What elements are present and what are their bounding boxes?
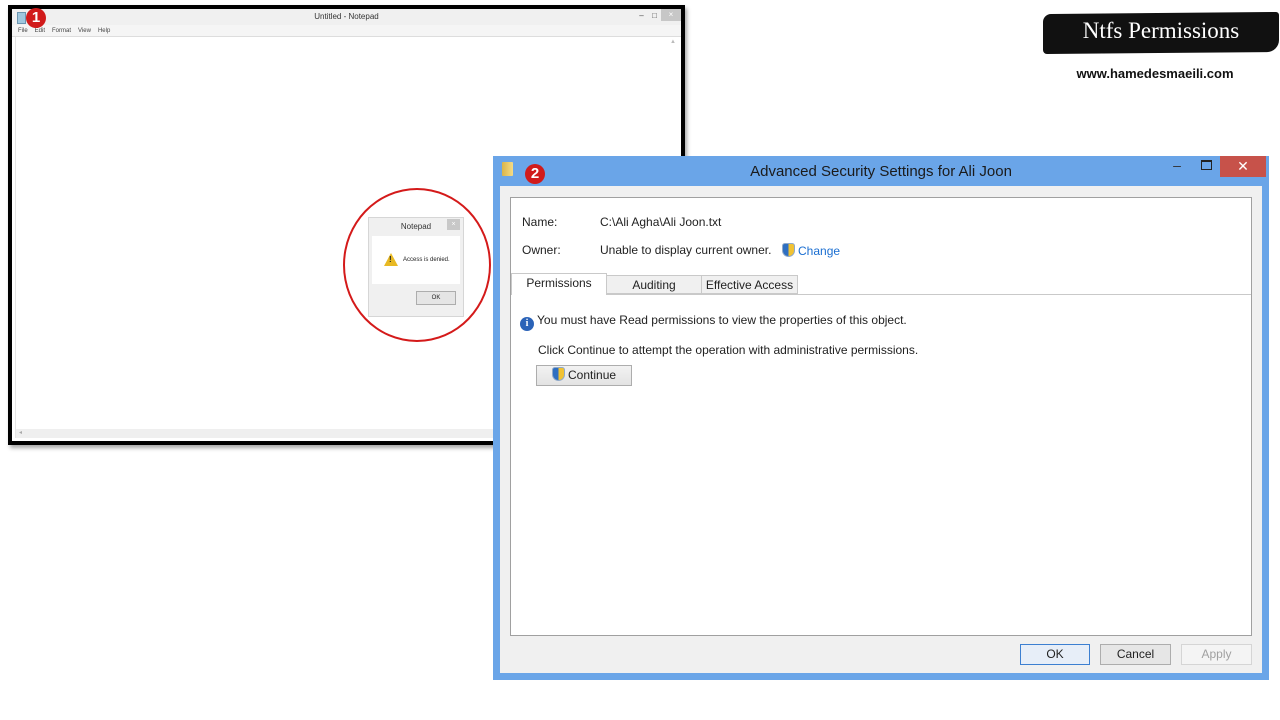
- error-message: Access is denied.: [403, 257, 450, 263]
- menu-format[interactable]: Format: [52, 28, 71, 34]
- name-value: C:\Ali Agha\Ali Joon.txt: [600, 215, 722, 229]
- notepad-menubar: File Edit Format View Help: [12, 25, 681, 37]
- info-icon: i: [520, 317, 534, 331]
- advanced-security-title: Advanced Security Settings for Ali Joon: [750, 163, 1012, 180]
- uac-shield-icon: [552, 367, 565, 381]
- tab-effective-access[interactable]: Effective Access: [701, 275, 798, 294]
- access-denied-dialog: Notepad × ! Access is denied. OK: [368, 217, 464, 317]
- brand-url: www.hamedesmaeili.com: [1076, 66, 1234, 81]
- close-button[interactable]: ✕: [1220, 156, 1266, 177]
- tab-auditing[interactable]: Auditing: [606, 275, 702, 294]
- advanced-security-panel: Name: C:\Ali Agha\Ali Joon.txt Owner: Un…: [510, 197, 1252, 636]
- error-ok-button[interactable]: OK: [416, 291, 456, 305]
- error-message-area: ! Access is denied.: [372, 236, 460, 284]
- minimize-button[interactable]: –: [1162, 156, 1192, 177]
- maximize-button[interactable]: [1192, 156, 1220, 177]
- notepad-titlebar[interactable]: Untitled - Notepad – □ ×: [12, 9, 681, 25]
- error-dialog-close-button[interactable]: ×: [447, 219, 460, 230]
- notepad-minimize-button[interactable]: –: [635, 11, 648, 20]
- menu-file[interactable]: File: [18, 28, 28, 34]
- owner-value: Unable to display current owner.: [600, 243, 772, 257]
- cancel-button[interactable]: Cancel: [1100, 644, 1171, 665]
- ok-button[interactable]: OK: [1020, 644, 1090, 665]
- advanced-security-titlebar[interactable]: Advanced Security Settings for Ali Joon …: [493, 156, 1269, 186]
- uac-shield-icon: [782, 243, 795, 257]
- advanced-security-client: Name: C:\Ali Agha\Ali Joon.txt Owner: Un…: [500, 186, 1262, 673]
- change-owner-link[interactable]: Change: [782, 243, 840, 258]
- tab-permissions[interactable]: Permissions: [511, 273, 607, 295]
- continue-button[interactable]: Continue: [536, 365, 632, 386]
- notepad-title: Untitled - Notepad: [314, 12, 379, 21]
- info-message-text: You must have Read permissions to view t…: [537, 313, 907, 327]
- menu-view[interactable]: View: [78, 28, 91, 34]
- notepad-close-button[interactable]: ×: [661, 9, 681, 21]
- step-badge-2: 2: [525, 164, 545, 184]
- menu-help[interactable]: Help: [98, 28, 110, 34]
- notepad-maximize-button[interactable]: □: [648, 11, 661, 20]
- scroll-up-icon[interactable]: ▲: [670, 39, 676, 45]
- menu-edit[interactable]: Edit: [35, 28, 45, 34]
- brand-title: Ntfs Permissions: [1082, 18, 1240, 43]
- advanced-security-window: Advanced Security Settings for Ali Joon …: [493, 156, 1269, 680]
- owner-label: Owner:: [522, 243, 561, 257]
- continue-label: Continue: [568, 368, 617, 382]
- info-message: i You must have Read permissions to view …: [520, 313, 907, 331]
- apply-button[interactable]: Apply: [1181, 644, 1252, 665]
- warning-mark: !: [389, 255, 392, 264]
- maximize-icon: [1201, 160, 1212, 170]
- name-label: Name:: [522, 215, 558, 229]
- tab-strip: Permissions Auditing Effective Access: [511, 273, 1251, 295]
- continue-hint: Click Continue to attempt the operation …: [538, 343, 919, 357]
- change-link-text[interactable]: Change: [798, 244, 840, 258]
- step-badge-1: 1: [26, 8, 46, 28]
